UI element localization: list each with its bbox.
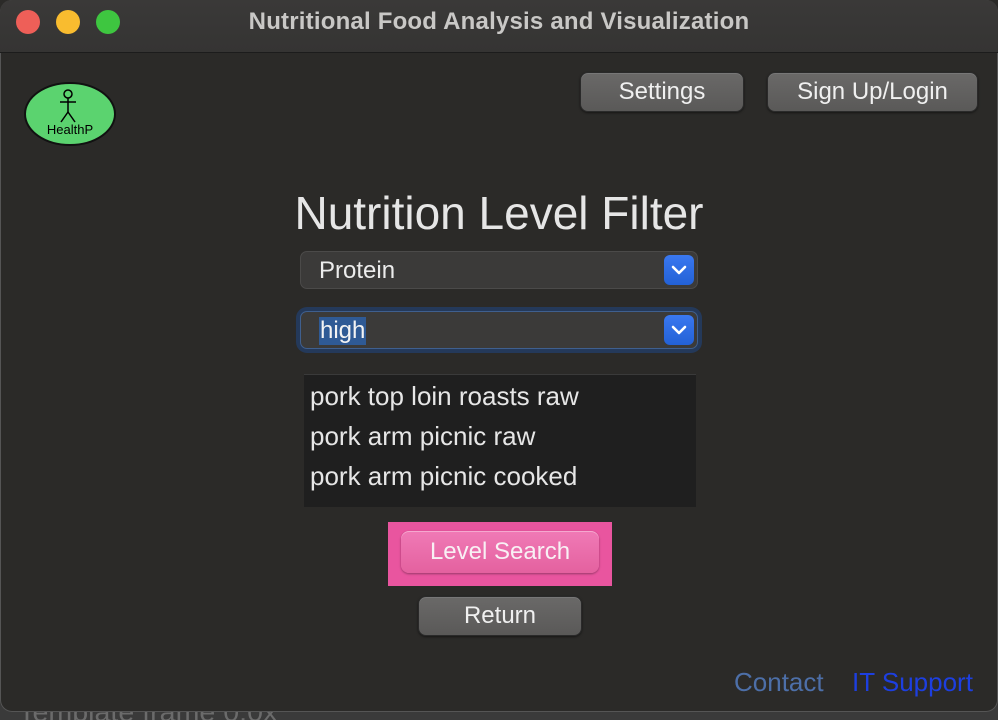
level-search-button[interactable]: Level Search xyxy=(401,531,599,573)
it-support-link[interactable]: IT Support xyxy=(852,667,973,698)
sign-up-login-button[interactable]: Sign Up/Login xyxy=(767,72,978,112)
list-item[interactable]: pork top loin roasts raw xyxy=(310,381,579,412)
nutrient-select-value: Protein xyxy=(319,257,396,284)
level-select[interactable]: high xyxy=(300,311,698,349)
window-title: Nutritional Food Analysis and Visualizat… xyxy=(248,8,750,35)
title-bar: Nutritional Food Analysis and Visualizat… xyxy=(0,0,998,53)
results-list[interactable]: pork top loin roasts raw pork arm picnic… xyxy=(304,374,696,507)
healthp-logo: HealthP xyxy=(24,82,116,146)
logo-label: HealthP xyxy=(46,122,94,137)
level-select-value: high xyxy=(319,317,367,345)
chevron-down-icon xyxy=(664,315,694,345)
settings-button[interactable]: Settings xyxy=(580,72,744,112)
list-item[interactable]: pork arm picnic raw xyxy=(310,421,535,452)
page-title: Nutrition Level Filter xyxy=(294,187,704,239)
list-item[interactable]: pork arm picnic cooked xyxy=(310,461,577,492)
nutrient-select[interactable]: Protein xyxy=(300,251,698,289)
contact-link[interactable]: Contact xyxy=(734,667,824,698)
app-window: Nutritional Food Analysis and Visualizat… xyxy=(0,0,998,712)
return-button[interactable]: Return xyxy=(418,596,582,636)
chevron-down-icon xyxy=(664,255,694,285)
